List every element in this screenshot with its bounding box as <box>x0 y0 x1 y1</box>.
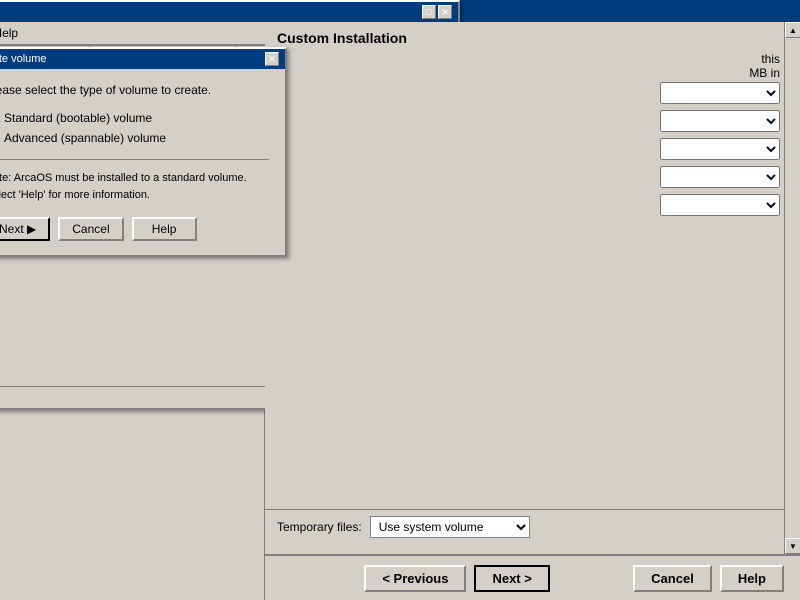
dropdown-4-wrapper <box>660 166 780 188</box>
bottom-bar: < Previous Next > Cancel Help <box>265 554 800 600</box>
cv-help-button[interactable]: Help <box>132 217 197 241</box>
cv-next-button[interactable]: Next ▶ <box>0 217 50 241</box>
cv-title-label: Create volume <box>0 53 47 65</box>
vm-close-button[interactable]: ✕ <box>438 5 452 19</box>
content-scroll-up[interactable]: ▲ <box>785 22 800 38</box>
dropdown-5-wrapper <box>660 194 780 216</box>
cv-body: Please select the type of volume to crea… <box>0 69 285 255</box>
cv-radio-group: Standard (bootable) volume Advanced (spa… <box>0 111 269 145</box>
cv-radio-advanced[interactable]: Advanced (spannable) volume <box>0 131 269 145</box>
content-text-area: this MB in <box>749 52 780 80</box>
vm-titlebar: Installation Volume Manager □ ✕ <box>0 2 458 22</box>
content-scroll-track <box>785 38 800 538</box>
help-button[interactable]: Help <box>720 565 784 592</box>
dropdown-2[interactable] <box>660 110 780 132</box>
temp-files-select[interactable]: Use system volume <box>370 516 530 538</box>
content-text1: this <box>749 52 780 66</box>
cancel-button[interactable]: Cancel <box>633 565 712 592</box>
vm-restore-button[interactable]: □ <box>422 5 436 19</box>
dropdown-4[interactable] <box>660 166 780 188</box>
radio-standard-label: Standard (bootable) volume <box>4 111 152 125</box>
vm-menu-help[interactable]: Help <box>0 24 26 42</box>
content-scrollbar: ▲ ▼ <box>784 22 800 554</box>
dropdown-1-wrapper <box>660 82 780 104</box>
dropdown-3-wrapper <box>660 138 780 160</box>
radio-advanced-label: Advanced (spannable) volume <box>4 131 166 145</box>
main-layout: Begin installation License agreement Ins… <box>0 22 800 600</box>
create-volume-dialog: Create volume ✕ Please select the type o… <box>0 47 287 257</box>
dropdown-3[interactable] <box>660 138 780 160</box>
cv-close-button[interactable]: ✕ <box>265 52 279 66</box>
cv-buttons: Next ▶ Cancel Help <box>0 217 269 241</box>
bottom-right-buttons: Cancel Help <box>633 565 784 592</box>
dropdown-area <box>660 82 780 216</box>
bottom-btn-group: < Previous Next > <box>364 565 550 592</box>
content-text2: MB in <box>749 66 780 80</box>
content-header: Custom Installation <box>265 22 800 54</box>
vm-titlebar-buttons: □ ✕ <box>422 5 452 19</box>
cv-cancel-button[interactable]: Cancel <box>58 217 123 241</box>
dropdown-1[interactable] <box>660 82 780 104</box>
temp-files-row: Temporary files: Use system volume <box>265 509 784 544</box>
dropdown-5[interactable] <box>660 194 780 216</box>
content-scroll-down[interactable]: ▼ <box>785 538 800 554</box>
dropdown-2-wrapper <box>660 110 780 132</box>
cv-instruction: Please select the type of volume to crea… <box>0 83 269 97</box>
next-button[interactable]: Next > <box>474 565 549 592</box>
cv-radio-standard[interactable]: Standard (bootable) volume <box>0 111 269 125</box>
temp-files-label: Temporary files: <box>277 520 362 534</box>
cv-note: Note: ArcaOS must be installed to a stan… <box>0 159 269 203</box>
sidebar: Begin installation License agreement Ins… <box>0 22 265 600</box>
temp-files-select-wrapper: Use system volume <box>370 516 530 538</box>
cv-titlebar: Create volume ✕ <box>0 49 285 69</box>
previous-button[interactable]: < Previous <box>364 565 466 592</box>
cv-note-text: Note: ArcaOS must be installed to a stan… <box>0 172 247 201</box>
content-area: Custom Installation ▲ ▼ this MB in <box>265 22 800 600</box>
